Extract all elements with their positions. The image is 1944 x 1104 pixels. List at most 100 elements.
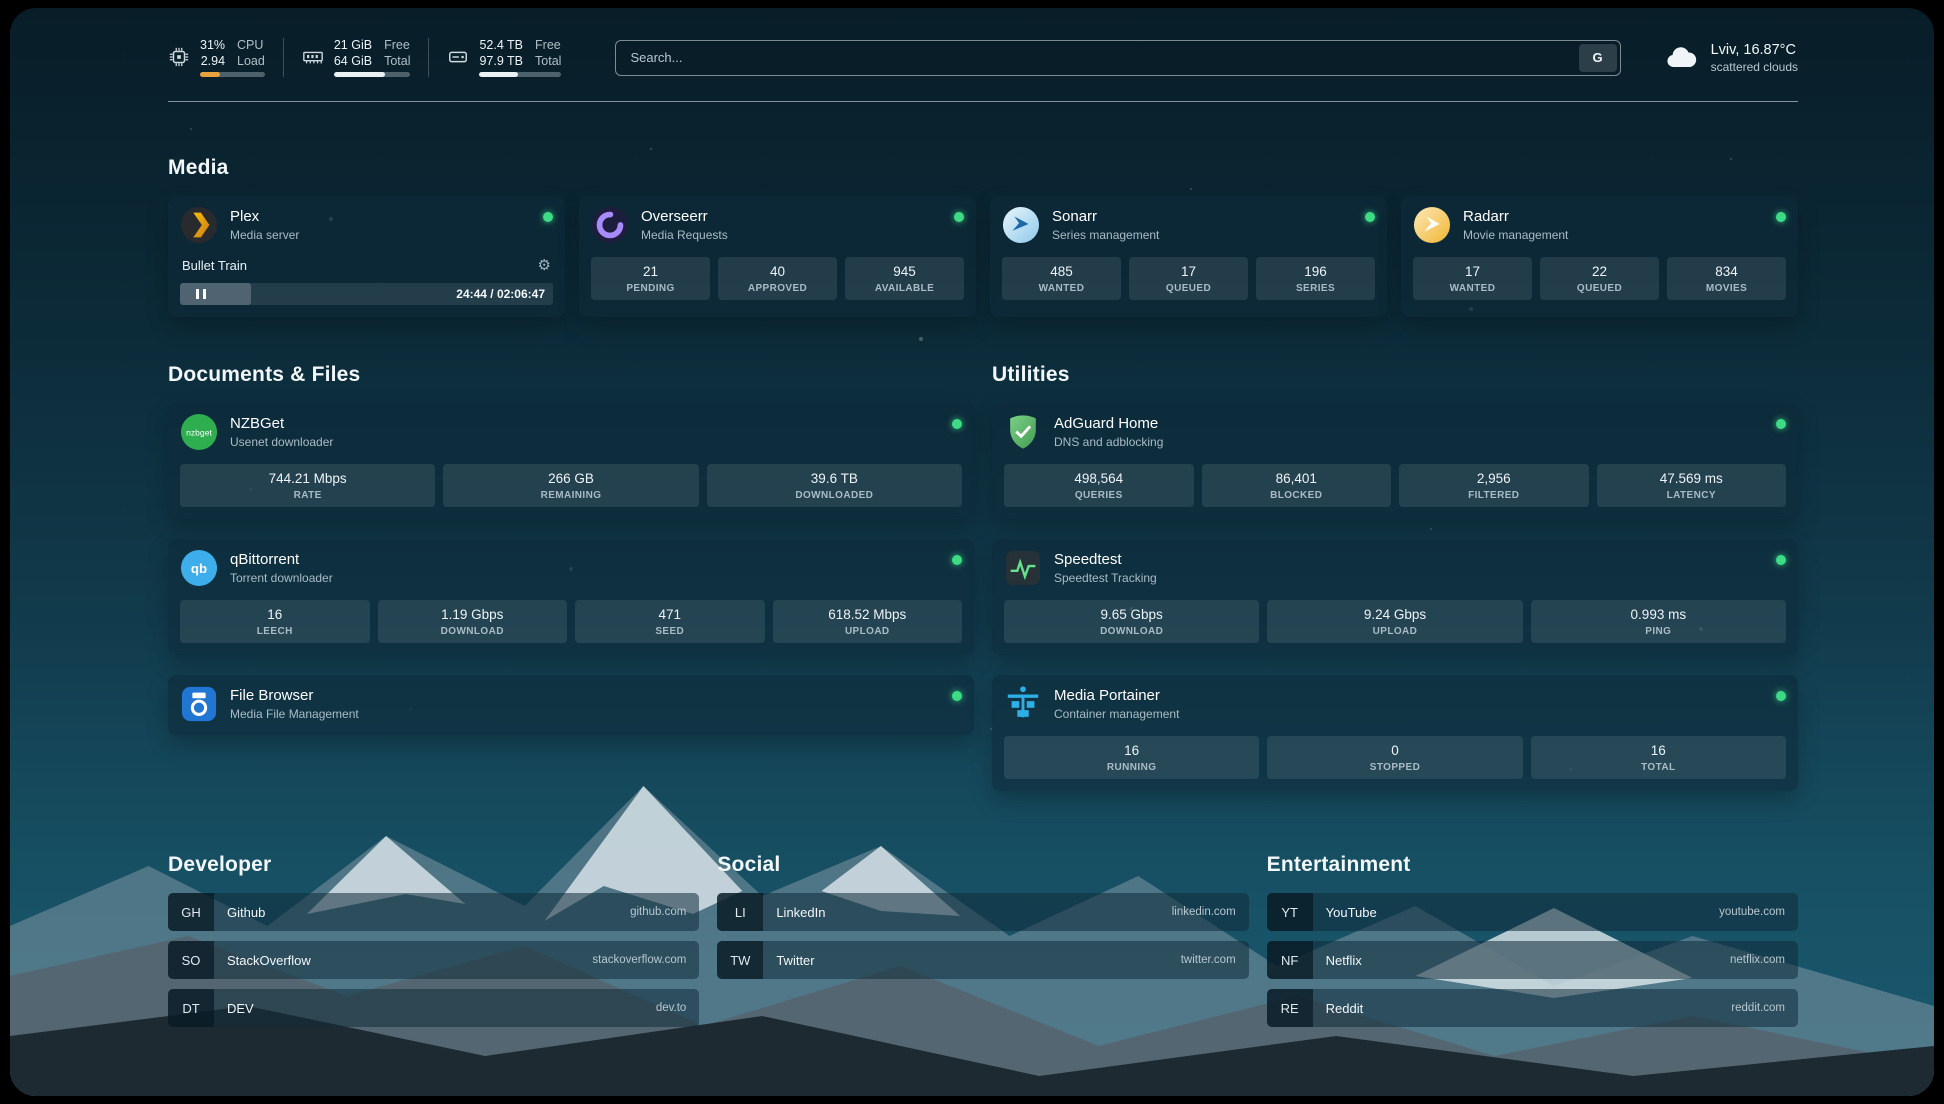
- card-adguard[interactable]: AdGuard Home DNS and adblocking 498,564 …: [992, 403, 1798, 519]
- service-subtitle: Movie management: [1463, 228, 1568, 242]
- disk-free-label: Free: [535, 38, 561, 52]
- stat-total: 16 TOTAL: [1531, 736, 1786, 779]
- service-subtitle: Container management: [1054, 707, 1179, 721]
- disk-total-label: Total: [535, 54, 561, 68]
- stat-queries: 498,564 QUERIES: [1004, 464, 1194, 507]
- service-name: Media Portainer: [1054, 687, 1179, 704]
- bookmark-twitter[interactable]: TW Twitter twitter.com: [717, 941, 1248, 979]
- service-name: qBittorrent: [230, 551, 333, 568]
- bookmark-youtube[interactable]: YT YouTube youtube.com: [1267, 893, 1798, 931]
- cpu-icon: [168, 46, 190, 68]
- bookmark-linkedin[interactable]: LI LinkedIn linkedin.com: [717, 893, 1248, 931]
- speedtest-icon: [1004, 549, 1042, 587]
- bookmark-github[interactable]: GH Github github.com: [168, 893, 699, 931]
- bookmarks-social: Social LI LinkedIn linkedin.com TW Twitt…: [717, 853, 1248, 1037]
- service-subtitle: Media Requests: [641, 228, 728, 242]
- nzbget-icon: nzbget: [180, 413, 218, 451]
- dashboard-window: 31% 2.94 CPU Load: [10, 8, 1934, 1096]
- stat-queued: 22 QUEUED: [1540, 257, 1659, 300]
- stat-latency: 47.569 ms LATENCY: [1597, 464, 1787, 507]
- weather-location: Lviv, 16.87°C: [1711, 42, 1798, 58]
- portainer-icon: [1004, 685, 1042, 723]
- search-bar: G: [615, 40, 1620, 76]
- card-speedtest[interactable]: Speedtest Speedtest Tracking 9.65 Gbps D…: [992, 539, 1798, 655]
- stat-seed: 471 SEED: [575, 600, 765, 643]
- stat-upload: 9.24 Gbps UPLOAD: [1267, 600, 1522, 643]
- cpu-load-label: Load: [237, 54, 265, 68]
- service-name: Speedtest: [1054, 551, 1157, 568]
- weather-widget: Lviv, 16.87°C scattered clouds: [1663, 40, 1798, 76]
- card-qbittorrent[interactable]: qb qBittorrent Torrent downloader 16 LEE…: [168, 539, 974, 655]
- status-dot: [952, 419, 962, 429]
- card-plex[interactable]: Plex Media server Bullet Train ⚙ 24:44 /…: [168, 196, 565, 317]
- stat-running: 16 RUNNING: [1004, 736, 1259, 779]
- header-divider: [168, 101, 1798, 102]
- plex-icon: [180, 206, 218, 244]
- card-radarr[interactable]: Radarr Movie management 17 WANTED 22 QUE…: [1401, 196, 1798, 317]
- card-nzbget[interactable]: nzbget NZBGet Usenet downloader 744.21 M…: [168, 403, 974, 519]
- section-title-developer: Developer: [168, 853, 699, 877]
- section-title-utilities: Utilities: [992, 363, 1798, 387]
- stat-series: 196 SERIES: [1256, 257, 1375, 300]
- service-subtitle: DNS and adblocking: [1054, 435, 1163, 449]
- stat-wanted: 485 WANTED: [1002, 257, 1121, 300]
- stat-download: 9.65 Gbps DOWNLOAD: [1004, 600, 1259, 643]
- pause-button[interactable]: [180, 283, 222, 305]
- weather-condition: scattered clouds: [1711, 60, 1798, 74]
- overseerr-icon: [591, 206, 629, 244]
- stat-movies: 834 MOVIES: [1667, 257, 1786, 300]
- service-subtitle: Usenet downloader: [230, 435, 333, 449]
- bookmarks-entertainment: Entertainment YT YouTube youtube.com NF …: [1267, 853, 1798, 1037]
- service-name: File Browser: [230, 687, 359, 704]
- service-subtitle: Speedtest Tracking: [1054, 571, 1157, 585]
- snow-particles: [10, 8, 12, 10]
- memory-icon: [302, 46, 324, 68]
- cpu-usage-label: CPU: [237, 38, 265, 52]
- status-dot: [1776, 212, 1786, 222]
- svg-text:qb: qb: [191, 561, 207, 576]
- service-name: NZBGet: [230, 415, 333, 432]
- status-dot: [952, 555, 962, 565]
- cpu-progress-bar: [200, 72, 265, 77]
- bookmark-netflix[interactable]: NF Netflix netflix.com: [1267, 941, 1798, 979]
- search-input[interactable]: [615, 40, 1620, 76]
- status-dot: [1776, 419, 1786, 429]
- media-cards: Plex Media server Bullet Train ⚙ 24:44 /…: [168, 196, 1798, 317]
- cpu-widget: 31% 2.94 CPU Load: [168, 38, 283, 77]
- service-subtitle: Media File Management: [230, 707, 359, 721]
- cloud-icon: [1663, 40, 1699, 76]
- stat-queued: 17 QUEUED: [1129, 257, 1248, 300]
- section-title-media: Media: [168, 156, 1798, 180]
- service-name: Plex: [230, 208, 299, 225]
- card-filebrowser[interactable]: File Browser Media File Management: [168, 675, 974, 735]
- playback-time: 24:44 / 02:06:47: [456, 287, 545, 301]
- documents-column: Documents & Files nzbget NZBGet Usenet d…: [168, 363, 974, 791]
- memory-total-value: 64 GiB: [334, 54, 372, 68]
- top-bar: 31% 2.94 CPU Load: [168, 38, 1798, 77]
- radarr-icon: [1413, 206, 1451, 244]
- stat-ping: 0.993 ms PING: [1531, 600, 1786, 643]
- section-title-social: Social: [717, 853, 1248, 877]
- stat-wanted: 17 WANTED: [1413, 257, 1532, 300]
- bookmark-reddit[interactable]: RE Reddit reddit.com: [1267, 989, 1798, 1027]
- svg-text:nzbget: nzbget: [186, 427, 212, 437]
- card-portainer[interactable]: Media Portainer Container management 16 …: [992, 675, 1798, 791]
- service-subtitle: Series management: [1052, 228, 1159, 242]
- card-sonarr[interactable]: Sonarr Series management 485 WANTED 17 Q…: [990, 196, 1387, 317]
- service-name: Sonarr: [1052, 208, 1159, 225]
- card-overseerr[interactable]: Overseerr Media Requests 21 PENDING 40 A…: [579, 196, 976, 317]
- disk-total-value: 97.9 TB: [479, 54, 523, 68]
- bookmark-stackoverflow[interactable]: SO StackOverflow stackoverflow.com: [168, 941, 699, 979]
- memory-free-label: Free: [384, 38, 410, 52]
- adguard-icon: [1004, 413, 1042, 451]
- search-provider-button[interactable]: G: [1579, 44, 1617, 72]
- bookmark-dev[interactable]: DT DEV dev.to: [168, 989, 699, 1027]
- memory-free-value: 21 GiB: [334, 38, 372, 52]
- stat-rate: 744.21 Mbps RATE: [180, 464, 435, 507]
- memory-total-label: Total: [384, 54, 410, 68]
- service-name: AdGuard Home: [1054, 415, 1163, 432]
- stat-pending: 21 PENDING: [591, 257, 710, 300]
- stat-upload: 618.52 Mbps UPLOAD: [773, 600, 963, 643]
- gear-icon[interactable]: ⚙: [538, 256, 551, 274]
- section-title-documents: Documents & Files: [168, 363, 974, 387]
